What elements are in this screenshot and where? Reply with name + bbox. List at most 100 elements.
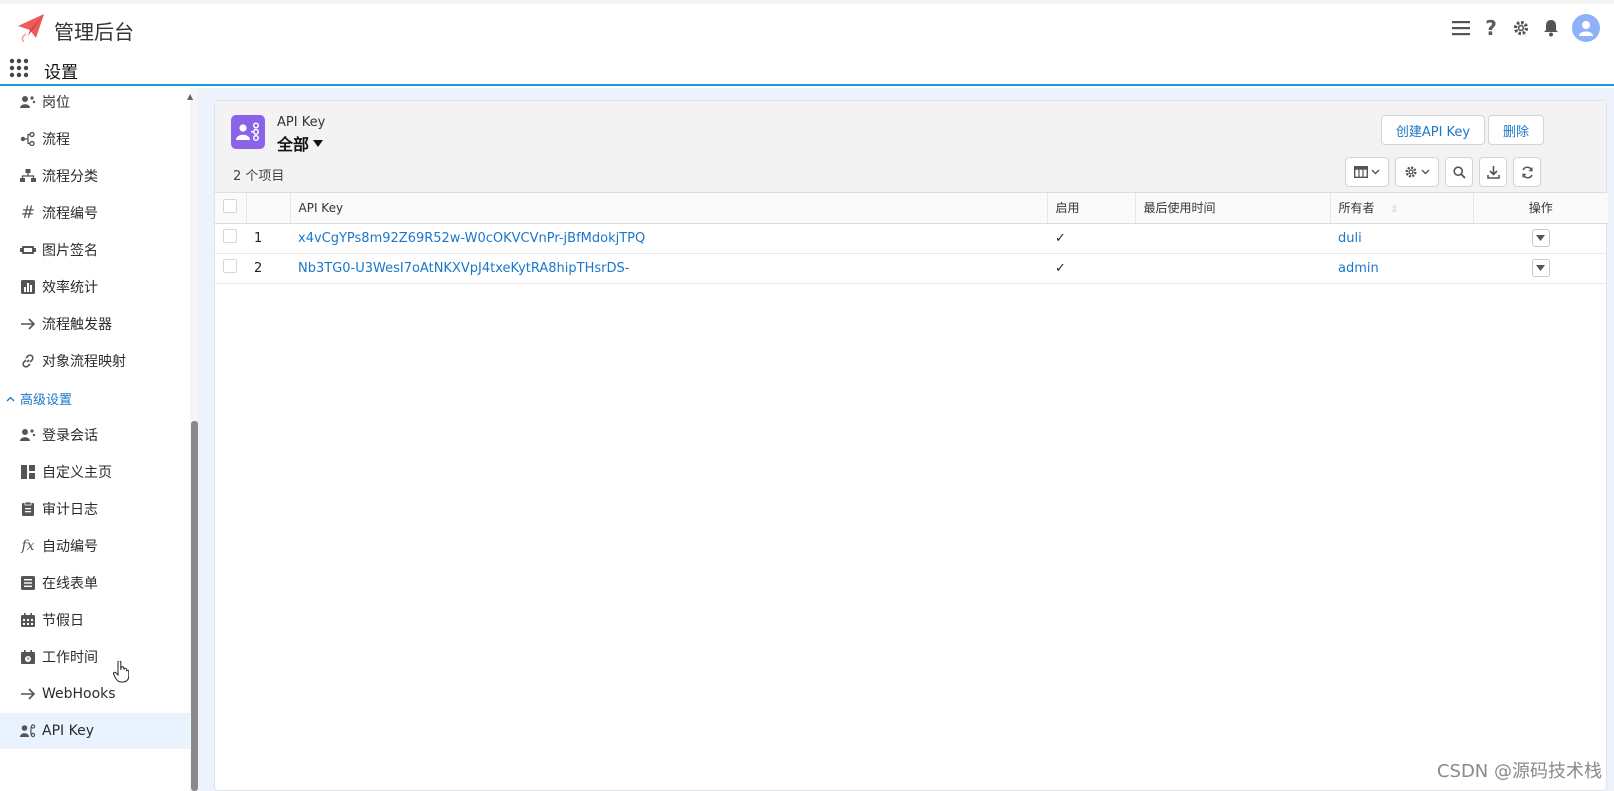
sidebar-item-api-key[interactable]: API Key xyxy=(0,713,190,749)
create-api-key-button[interactable]: 创建API Key xyxy=(1381,115,1485,145)
row-number: 2 xyxy=(246,253,290,284)
sidebar-item-flow-category[interactable]: 流程分类 xyxy=(0,158,190,194)
owner-header-label: 所有者 xyxy=(1338,201,1375,216)
gear-icon[interactable] xyxy=(1512,19,1530,37)
owner-link[interactable]: admin xyxy=(1330,253,1473,284)
user-avatar-icon[interactable] xyxy=(1572,14,1600,42)
bar-chart-icon xyxy=(20,279,36,295)
caret-down-icon xyxy=(1536,265,1545,271)
row-select-cell[interactable] xyxy=(215,253,246,284)
help-icon[interactable]: ? xyxy=(1482,16,1500,40)
api-key-link[interactable]: x4vCgYPs8m92Z69R52w-W0cOKVCVnPr-jBfMdokj… xyxy=(290,223,1047,254)
clipboard-icon xyxy=(20,501,36,517)
sort-icon[interactable]: ⇕ xyxy=(1390,205,1398,215)
hierarchy-icon xyxy=(20,168,36,184)
sidebar-item-login-sessions[interactable]: 登录会话 xyxy=(0,417,190,453)
column-header-enabled[interactable]: 启用 xyxy=(1047,193,1136,224)
hand-pointer-cursor-icon xyxy=(113,661,129,683)
sidebar-item-label: 自动编号 xyxy=(42,539,98,555)
layout-icon xyxy=(20,464,36,480)
sidebar-item-flow-number[interactable]: # 流程编号 xyxy=(0,195,190,231)
table-header-row: API Key 启用 最后使用时间 所有者 ⇕ 操作 xyxy=(215,193,1608,224)
users-icon xyxy=(20,94,36,110)
sidebar-item-positions[interactable]: 岗位 xyxy=(0,84,190,120)
sidebar-scrollbar-thumb[interactable] xyxy=(191,421,198,791)
sidebar-item-label: 审计日志 xyxy=(42,502,98,518)
sidebar-item-label: 图片签名 xyxy=(42,243,98,259)
paper-plane-logo-icon xyxy=(18,14,44,42)
sidebar-section-advanced[interactable]: 高级设置 xyxy=(0,383,190,413)
sidebar-item-flow[interactable]: 流程 xyxy=(0,121,190,157)
menu-icon[interactable] xyxy=(1452,19,1470,37)
chevron-down-icon xyxy=(1421,169,1430,175)
row-actions-cell xyxy=(1473,253,1608,284)
sidebar-item-label: 登录会话 xyxy=(42,428,98,444)
sidebar-item-audit-log[interactable]: 审计日志 xyxy=(0,491,190,527)
sidebar-item-object-flow-mapping[interactable]: 对象流程映射 xyxy=(0,343,190,379)
last-used-cell xyxy=(1135,253,1330,284)
sidebar-item-label: 流程分类 xyxy=(42,169,98,185)
sidebar-item-online-form[interactable]: 在线表单 xyxy=(0,565,190,601)
column-header-api-key[interactable]: API Key xyxy=(290,193,1048,224)
list-settings-button[interactable] xyxy=(1395,157,1439,187)
calendar-clock-icon xyxy=(20,649,36,665)
object-label: API Key xyxy=(277,115,326,130)
watermark: CSDN @源码技术栈 xyxy=(1436,761,1602,782)
sidebar: 岗位 流程 流程分类 # 流程编号 图片签名 效率统计 流程触发器 对象流程映射… xyxy=(0,88,198,791)
sidebar-item-efficiency-stats[interactable]: 效率统计 xyxy=(0,269,190,305)
bell-icon[interactable] xyxy=(1542,19,1560,37)
sidebar-item-custom-home[interactable]: 自定义主页 xyxy=(0,454,190,490)
sidebar-item-webhooks[interactable]: WebHooks xyxy=(0,676,190,712)
sidebar-item-image-signature[interactable]: 图片签名 xyxy=(0,232,190,268)
sidebar-item-flow-trigger[interactable]: 流程触发器 xyxy=(0,306,190,342)
select-all-checkbox[interactable] xyxy=(223,199,237,214)
owner-link[interactable]: duli xyxy=(1330,223,1473,254)
row-checkbox[interactable] xyxy=(223,259,237,273)
sidebar-item-label: 工作时间 xyxy=(42,650,98,666)
row-actions-dropdown-button[interactable] xyxy=(1531,229,1550,247)
api-key-link[interactable]: Nb3TG0-U3WesI7oAtNKXVpJ4txeKytRA8hipTHsr… xyxy=(290,253,1047,284)
refresh-button[interactable] xyxy=(1513,157,1541,187)
columns-icon xyxy=(1354,166,1368,178)
view-label: 全部 xyxy=(277,135,310,154)
gear-icon xyxy=(1405,166,1417,178)
sidebar-item-label: 自定义主页 xyxy=(42,465,112,481)
link-icon xyxy=(20,353,36,369)
sidebar-item-label: 流程 xyxy=(42,132,70,148)
enabled-checkmark: ✓ xyxy=(1047,253,1135,284)
sidebar-item-work-hours[interactable]: 工作时间 xyxy=(0,639,190,675)
column-header-last-used[interactable]: 最后使用时间 xyxy=(1135,193,1331,224)
row-checkbox[interactable] xyxy=(223,229,237,243)
flow-icon xyxy=(20,131,36,147)
delete-button[interactable]: 删除 xyxy=(1488,115,1544,145)
hash-icon: # xyxy=(20,203,36,223)
refresh-icon xyxy=(1521,166,1533,178)
table-row[interactable]: 1 x4vCgYPs8m92Z69R52w-W0cOKVCVnPr-jBfMdo… xyxy=(215,223,1608,254)
search-button[interactable] xyxy=(1445,157,1473,187)
app-launcher-icon[interactable] xyxy=(9,58,29,78)
export-button[interactable] xyxy=(1479,157,1507,187)
row-select-cell[interactable] xyxy=(215,223,246,254)
api-key-object-icon xyxy=(231,115,265,149)
select-all-cell[interactable] xyxy=(215,193,247,224)
row-number: 1 xyxy=(246,223,290,254)
list-view-selector[interactable]: 全部 xyxy=(277,131,324,155)
sidebar-item-holidays[interactable]: 节假日 xyxy=(0,602,190,638)
sidebar-item-label: 节假日 xyxy=(42,613,84,629)
caret-down-icon xyxy=(313,139,324,147)
column-layout-button[interactable] xyxy=(1345,157,1389,187)
table-row[interactable]: 2 Nb3TG0-U3WesI7oAtNKXVpJ4txeKytRA8hipTH… xyxy=(215,253,1608,284)
sidebar-item-auto-number[interactable]: fx 自动编号 xyxy=(0,528,190,564)
item-count: 2 个项目 xyxy=(233,169,285,184)
row-actions-dropdown-button[interactable] xyxy=(1531,259,1550,277)
enabled-checkmark: ✓ xyxy=(1047,223,1135,254)
column-header-owner[interactable]: 所有者 ⇕ xyxy=(1330,193,1474,224)
arrow-right-icon xyxy=(20,316,36,332)
scroll-up-arrow-icon[interactable]: ▲ xyxy=(187,92,193,101)
section-label: 高级设置 xyxy=(20,392,73,408)
calendar-icon xyxy=(20,612,36,628)
app-header: 管理后台 ? xyxy=(0,4,1614,56)
chevron-up-icon xyxy=(6,391,15,406)
arrow-right-icon xyxy=(20,686,36,702)
row-actions-cell xyxy=(1473,223,1608,254)
